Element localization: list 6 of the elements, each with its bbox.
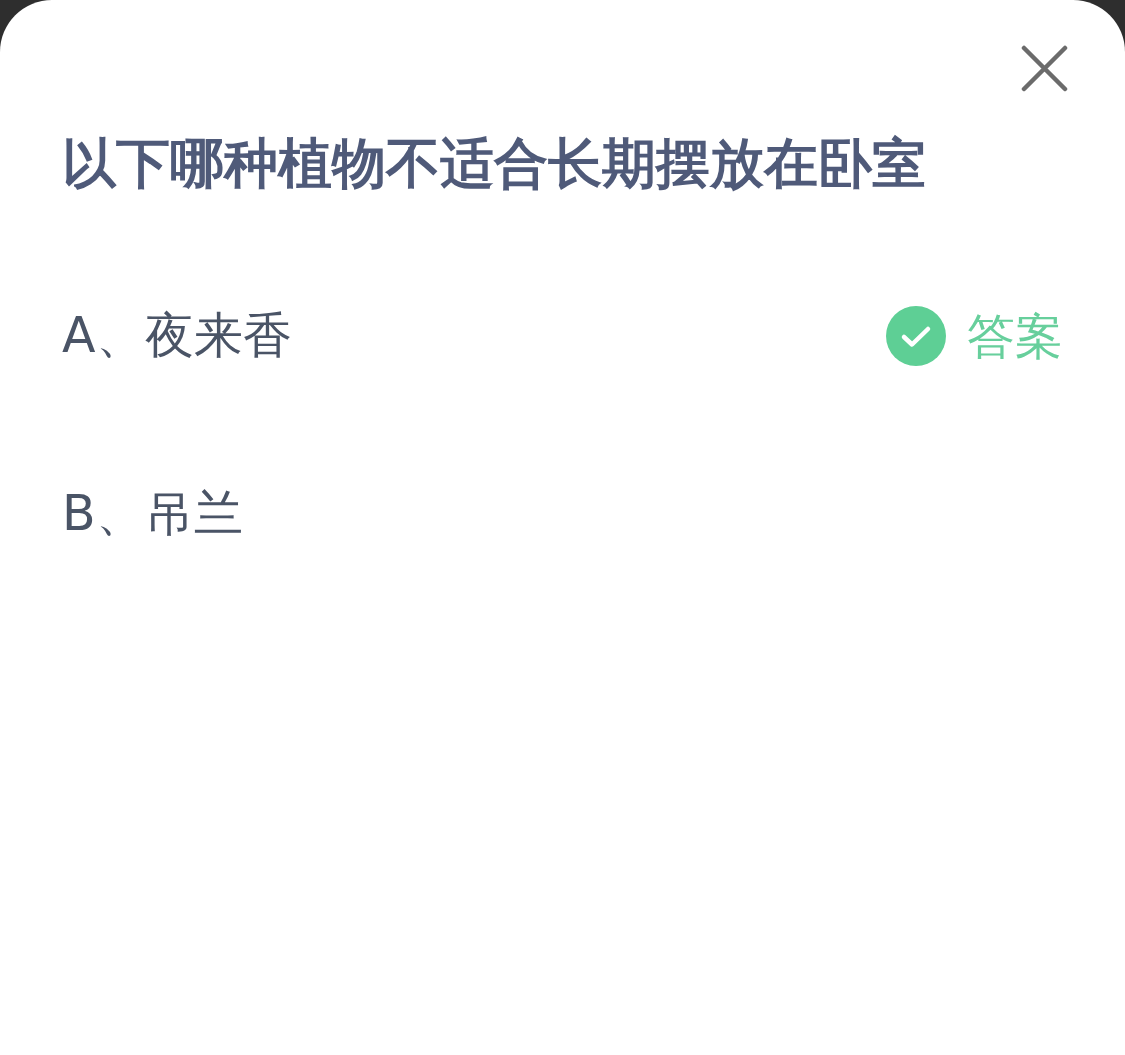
- close-button[interactable]: [1021, 45, 1068, 92]
- close-icon: [1021, 45, 1068, 92]
- option-label: B、吊兰: [62, 485, 243, 543]
- question-title: 以下哪种植物不适合长期摆放在卧室: [62, 131, 927, 197]
- answer-label: 答案: [967, 307, 1063, 365]
- option-label: A、夜来香: [62, 307, 292, 365]
